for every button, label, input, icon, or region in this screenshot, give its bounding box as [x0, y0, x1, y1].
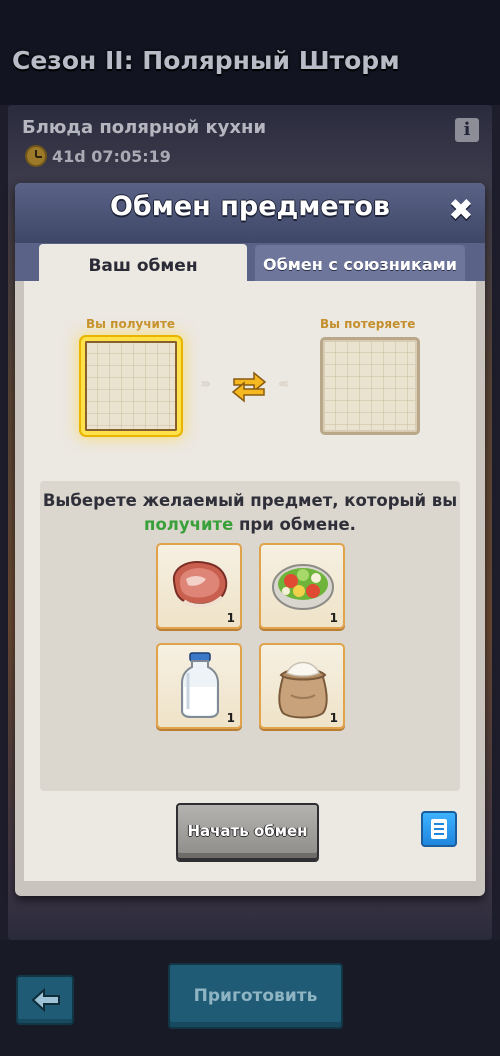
clock-icon: [25, 145, 47, 167]
tab-ally-exchange[interactable]: Обмен с союзниками: [255, 245, 465, 281]
chevrons-right-icon: ›››: [200, 376, 211, 392]
back-button[interactable]: [16, 975, 74, 1025]
flour-sack-icon: [278, 661, 328, 719]
swap-arrows-icon: [231, 371, 267, 403]
item-card-flour[interactable]: 1: [259, 643, 345, 729]
back-arrow-icon: [31, 987, 60, 1013]
item-count: 1: [226, 611, 235, 625]
event-timer: 41d 07:05:19: [52, 147, 171, 166]
chevrons-left-icon: ‹‹‹: [278, 376, 289, 392]
lose-label: Вы потеряете: [320, 317, 416, 331]
selection-instruction: Выберете желаемый предмет, который вы по…: [42, 491, 458, 534]
scroll-log-icon: [431, 819, 447, 839]
receive-label: Вы получите: [86, 317, 176, 331]
scroll-log-button[interactable]: [421, 811, 457, 847]
salad-icon: [272, 564, 334, 610]
event-title: Блюда полярной кухни: [22, 117, 267, 138]
close-icon[interactable]: ✖: [445, 195, 477, 227]
info-icon[interactable]: i: [455, 118, 479, 142]
milk-bottle-icon: [181, 652, 219, 718]
season-title: Сезон II: Полярный Шторм: [12, 46, 400, 75]
item-card-salad[interactable]: 1: [259, 543, 345, 629]
exchange-content: Вы получите ››› ‹‹‹ Вы потеряете Выберет…: [24, 281, 476, 881]
receive-slot[interactable]: [81, 337, 181, 435]
highlight-word: получите: [144, 515, 234, 534]
start-exchange-button[interactable]: Начать обмен: [176, 803, 319, 860]
lose-slot[interactable]: [320, 337, 420, 435]
item-card-milk[interactable]: 1: [156, 643, 242, 729]
item-count: 1: [329, 711, 338, 725]
item-exchange-dialog: Обмен предметов ✖ Ваш обмен Обмен с союз…: [15, 183, 485, 896]
item-count: 1: [226, 711, 235, 725]
item-card-steak[interactable]: 1: [156, 543, 242, 629]
steak-icon: [172, 561, 228, 608]
cook-button[interactable]: Приготовить: [168, 963, 343, 1029]
dialog-title: Обмен предметов: [109, 191, 390, 222]
item-count: 1: [329, 611, 338, 625]
tab-your-exchange[interactable]: Ваш обмен: [39, 244, 247, 284]
